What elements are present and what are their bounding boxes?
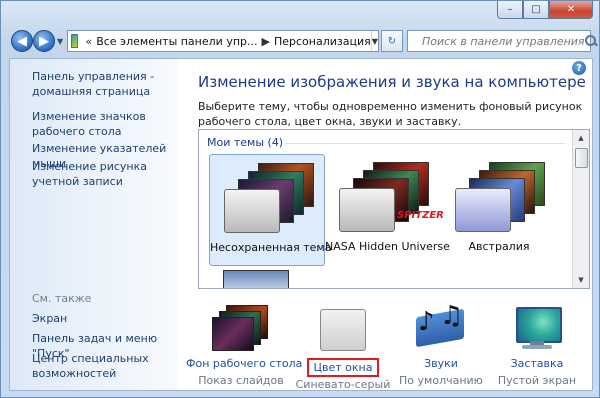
theme-item-nasa[interactable]: SPITZER NASA Hidden Universe — [325, 154, 450, 266]
page-title: Изменение изображения и звука на компьют… — [198, 73, 586, 91]
control-panel-icon — [71, 34, 79, 48]
search-input[interactable]: Поиск в панели управления — [407, 30, 596, 52]
address-dropdown-icon[interactable]: ▼ — [370, 31, 378, 51]
theme-name-nasa: NASA Hidden Universe — [325, 240, 450, 253]
close-button[interactable]: ✕ — [549, 1, 593, 19]
theme-preview-nasa: SPITZER — [339, 162, 444, 232]
group-divider — [285, 143, 565, 144]
sidebar-link-desktop-icons[interactable]: Изменение значков рабочего стола — [32, 109, 172, 139]
window-color-link[interactable]: Цвет окна — [307, 358, 379, 377]
themes-scrollbar[interactable]: ▲ ▼ — [572, 130, 589, 288]
breadcrumb-separator-icon[interactable]: « — [85, 35, 92, 48]
see-also-heading: См. также — [32, 292, 92, 305]
screensaver-item[interactable]: Заставка Пустой экран — [482, 305, 592, 387]
spitzer-logo: SPITZER — [397, 210, 444, 221]
content-area: Панель управления - домашняя страница Из… — [9, 58, 593, 391]
scroll-up-icon[interactable]: ▲ — [573, 130, 589, 146]
themes-group-label: Мои темы (4) — [207, 136, 284, 149]
sidebar-link-home[interactable]: Панель управления - домашняя страница — [32, 69, 172, 99]
window-glass-preview — [224, 189, 280, 233]
desktop-background-link[interactable]: Фон рабочего стола — [186, 357, 302, 370]
sidebar: Панель управления - домашняя страница Из… — [10, 59, 178, 390]
sidebar-link-account-picture[interactable]: Изменение рисунка учетной записи — [32, 159, 172, 189]
scroll-down-icon[interactable]: ▼ — [573, 272, 589, 288]
theme-item-australia[interactable]: Австралия — [441, 154, 557, 266]
theme-preview-unsaved — [224, 163, 314, 233]
sounds-link[interactable]: Звуки — [386, 357, 496, 370]
sounds-value: По умолчанию — [399, 374, 483, 387]
sounds-icon: ♪ ♫ — [412, 301, 470, 351]
sounds-item[interactable]: ♪ ♫ Звуки По умолчанию — [386, 301, 496, 387]
window-color-item[interactable]: Цвет окна Синевато-серый — [288, 305, 398, 391]
breadcrumb-personalization[interactable]: Персонализация — [274, 35, 371, 48]
page-description: Выберите тему, чтобы одновременно измени… — [198, 100, 583, 128]
themes-list[interactable]: Мои темы (4) Несохраненная тема SPITZER … — [198, 129, 590, 289]
sidebar-link-display[interactable]: Экран — [32, 311, 172, 326]
screensaver-link[interactable]: Заставка — [482, 357, 592, 370]
wallpaper-icon — [212, 305, 270, 351]
desktop-background-value: Показ слайдов — [198, 374, 284, 387]
recent-pages-dropdown-icon[interactable]: ▼ — [57, 37, 63, 46]
window-color-icon — [314, 309, 372, 355]
theme-item-partial[interactable] — [223, 270, 289, 288]
theme-name-unsaved: Несохраненная тема — [210, 241, 332, 254]
theme-item-unsaved[interactable]: Несохраненная тема — [209, 154, 332, 266]
window-glass-preview — [339, 188, 395, 232]
minimize-button[interactable]: – — [497, 1, 523, 19]
sidebar-link-ease-of-access[interactable]: Центр специальных возможностей — [32, 351, 152, 381]
maximize-button[interactable]: □ — [523, 1, 549, 19]
desktop-background-item[interactable]: Фон рабочего стола Показ слайдов — [186, 305, 302, 387]
forward-button[interactable]: ▶ — [33, 30, 55, 52]
personalization-window: – □ ✕ ◀ ▶ ▼ « Все элементы панели упр...… — [0, 0, 600, 398]
address-bar[interactable]: « Все элементы панели упр... ▶ Персонали… — [67, 30, 379, 52]
scroll-thumb[interactable] — [575, 148, 588, 168]
screensaver-icon — [508, 305, 566, 351]
window-glass-preview — [455, 188, 511, 232]
breadcrumb-separator-icon[interactable]: ▶ — [262, 35, 270, 48]
theme-name-australia: Австралия — [468, 240, 530, 253]
window-color-value: Синевато-серый — [295, 378, 391, 391]
refresh-button[interactable]: ↻ — [381, 30, 403, 52]
breadcrumb-all-items[interactable]: Все элементы панели упр... — [96, 35, 257, 48]
search-placeholder: Поиск в панели управления — [422, 34, 585, 48]
theme-preview-australia — [455, 162, 545, 232]
screensaver-value: Пустой экран — [497, 374, 577, 387]
back-button[interactable]: ◀ — [11, 30, 33, 52]
navigation-bar: ◀ ▶ ▼ « Все элементы панели упр... ▶ Пер… — [9, 29, 596, 55]
caption-buttons: – □ ✕ — [497, 1, 593, 19]
